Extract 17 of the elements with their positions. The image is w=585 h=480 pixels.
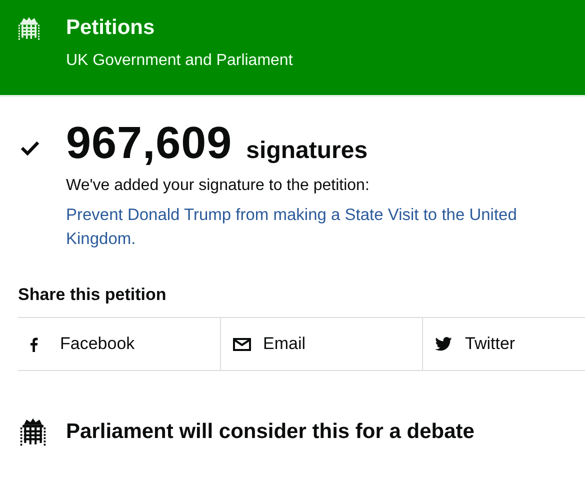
site-subtitle: UK Government and Parliament [66,52,293,70]
petition-link[interactable]: Prevent Donald Trump from making a State Visit to the United Kingdom. [66,203,585,251]
debate-heading: Parliament will consider this for a debate [66,420,474,444]
share-facebook-link[interactable]: Facebook [18,318,220,370]
share-heading: Share this petition [18,285,166,305]
share-twitter-link[interactable]: Twitter [422,318,585,370]
confirmation-message: We've added your signature to the petition: [66,177,370,195]
share-email-link[interactable]: Email [220,318,422,370]
portcullis-icon [18,16,40,41]
site-title[interactable]: Petitions [66,14,155,42]
portcullis-icon [20,417,46,447]
bird-icon [435,337,452,351]
signature-label: signatures [246,137,368,165]
facebook-icon [30,336,38,352]
signature-count: 967,609 [66,117,232,169]
envelope-icon [233,338,251,350]
checkmark-icon [20,140,40,156]
